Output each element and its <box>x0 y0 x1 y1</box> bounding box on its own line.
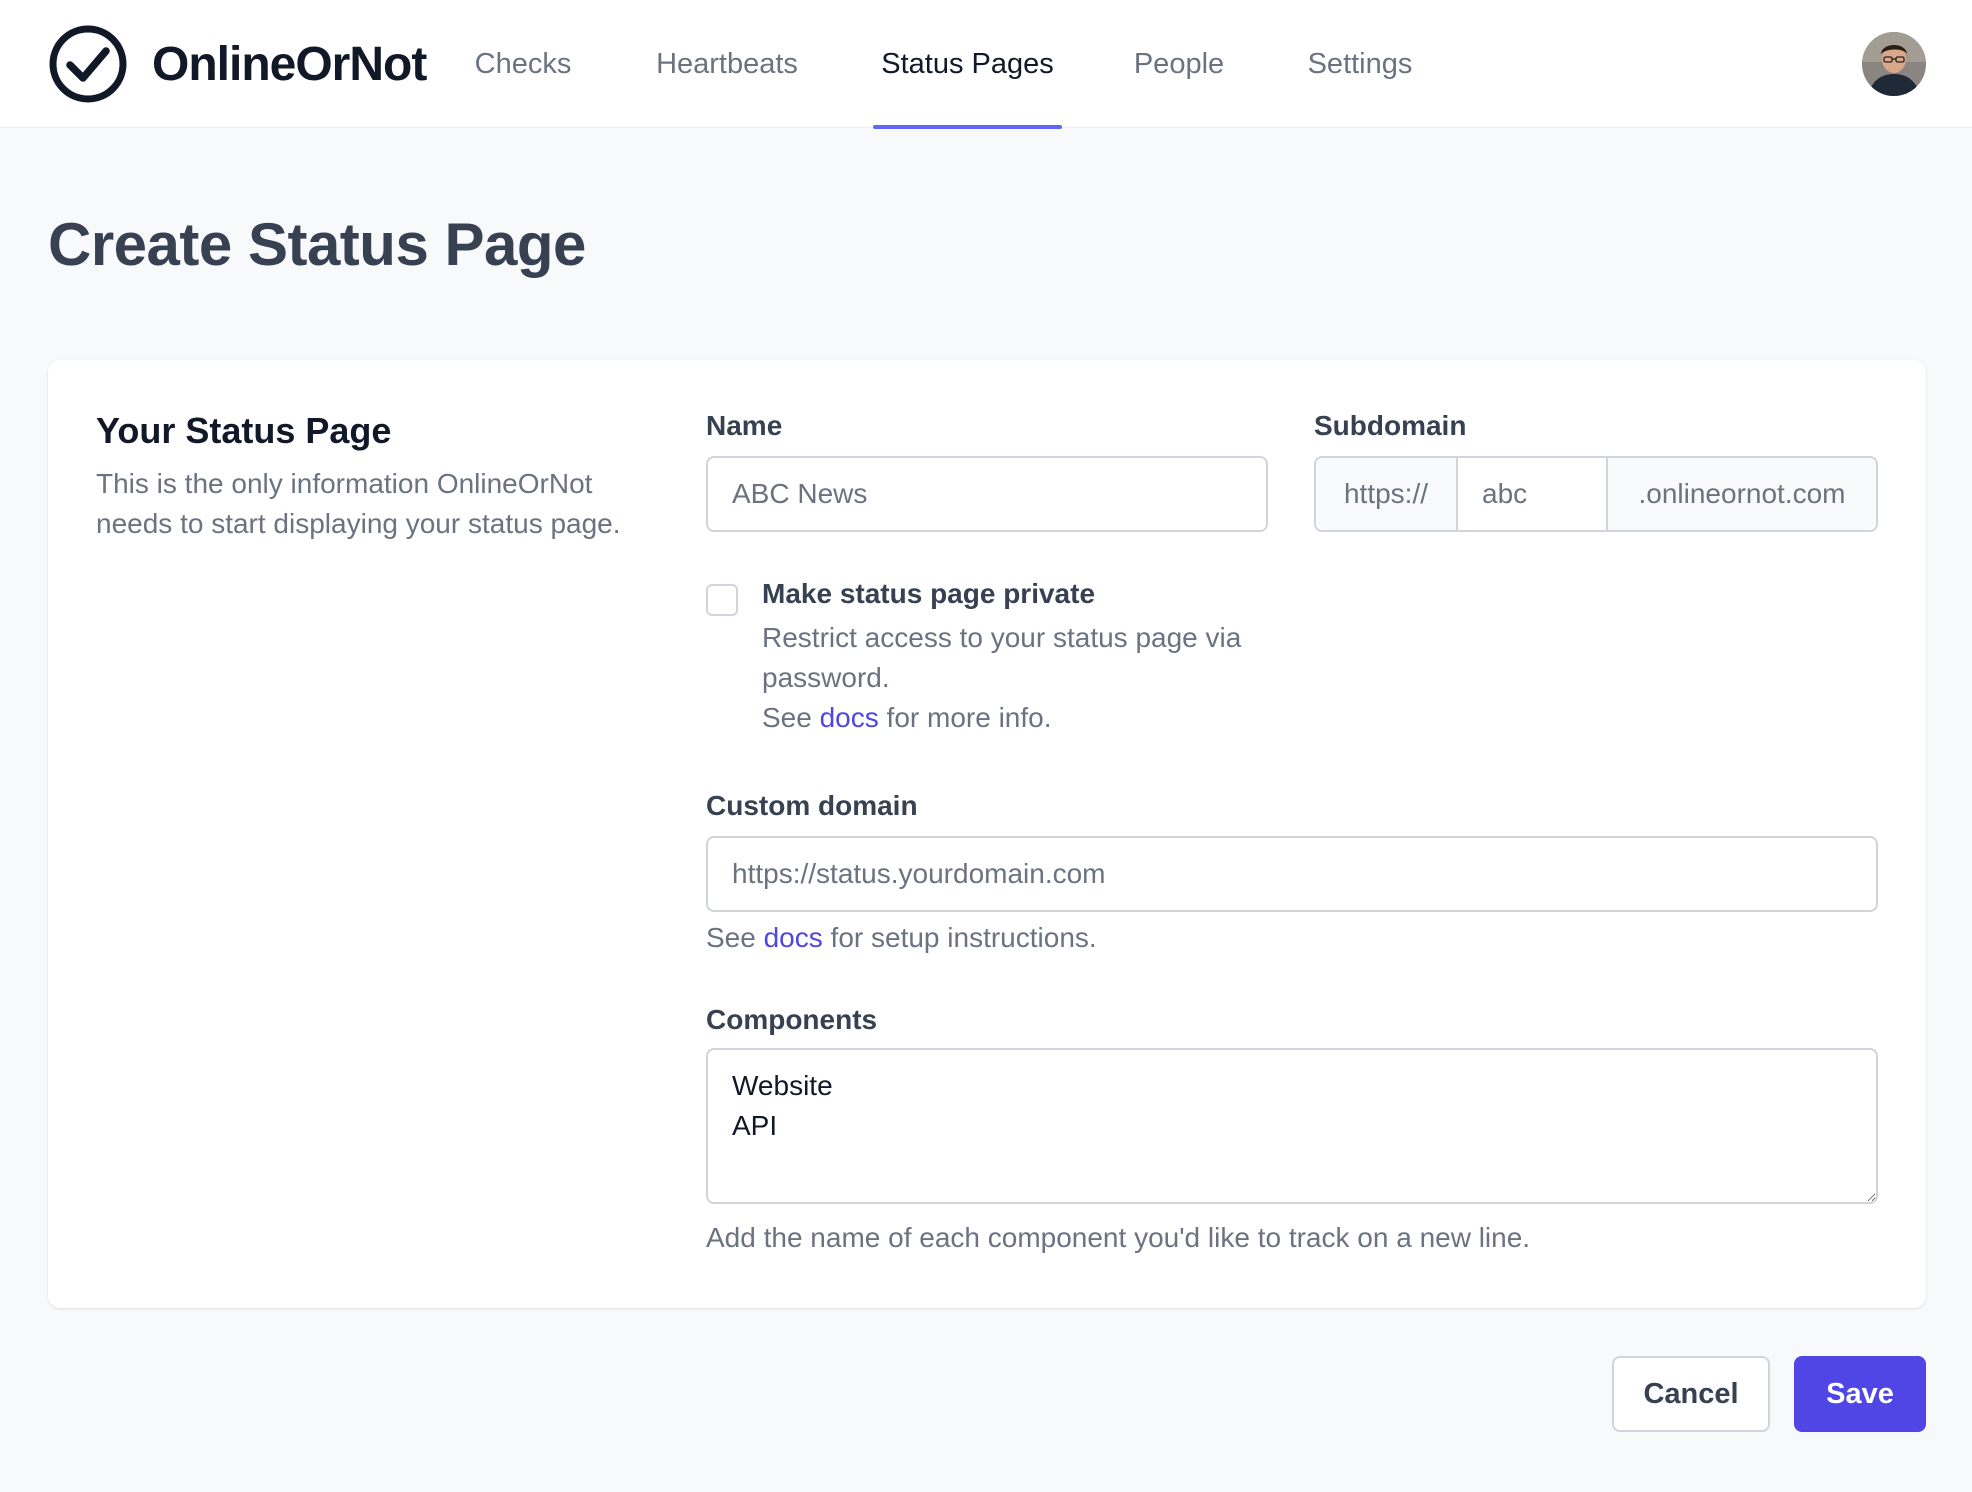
subdomain-label: Subdomain <box>1314 410 1467 441</box>
nav-item-label: People <box>1133 47 1225 80</box>
help-suffix-text: for setup instructions. <box>822 922 1097 953</box>
nav-item-label: Status Pages <box>881 47 1054 80</box>
private-docs-link[interactable]: docs <box>820 702 879 733</box>
nav-item-people[interactable]: People <box>1129 0 1229 128</box>
custom-domain-help: See docs for setup instructions. <box>706 922 1097 954</box>
subdomain-prefix: https:// <box>1316 458 1458 530</box>
cancel-button[interactable]: Cancel <box>1612 1356 1770 1432</box>
docs-prefix-text: See <box>762 702 820 733</box>
subdomain-field-group: https:// .onlineornot.com <box>1314 456 1878 532</box>
components-help: Add the name of each component you'd lik… <box>706 1222 1531 1253</box>
section-description: This is the only information OnlineOrNot… <box>96 468 621 539</box>
name-label: Name <box>706 410 783 441</box>
nav-item-label: Checks <box>474 47 572 80</box>
brand-logo[interactable]: OnlineOrNot <box>48 24 427 104</box>
docs-suffix-text: for more info. <box>878 702 1052 733</box>
private-checkbox[interactable] <box>706 584 738 616</box>
custom-domain-docs-link[interactable]: docs <box>764 922 823 953</box>
custom-domain-label: Custom domain <box>706 790 918 821</box>
nav-item-label: Settings <box>1307 47 1413 80</box>
components-textarea[interactable]: Website API <box>706 1048 1878 1204</box>
private-checkbox-description: Restrict access to your status page via … <box>762 618 1302 738</box>
custom-domain-input[interactable] <box>706 836 1878 912</box>
check-circle-icon <box>49 25 127 103</box>
private-docs-line: See docs for more info. <box>762 698 1302 738</box>
help-prefix-text: See <box>706 922 764 953</box>
section-title: Your Status Page <box>96 410 392 451</box>
nav-item-status-pages[interactable]: Status Pages <box>873 0 1062 129</box>
user-avatar-icon <box>1862 32 1926 96</box>
save-button[interactable]: Save <box>1794 1356 1926 1432</box>
components-label: Components <box>706 1004 878 1035</box>
status-page-form-card: Your Status Page This is the only inform… <box>48 360 1926 1308</box>
name-input[interactable] <box>706 456 1268 532</box>
nav-item-label: Heartbeats <box>656 47 798 80</box>
subdomain-input[interactable] <box>1458 458 1608 530</box>
subdomain-suffix: .onlineornot.com <box>1608 458 1876 530</box>
page-title: Create Status Page <box>48 211 586 278</box>
brand-name: OnlineOrNot <box>152 37 427 91</box>
user-avatar[interactable] <box>1862 32 1926 96</box>
private-checkbox-label: Make status page private <box>762 578 1096 609</box>
top-navigation-bar: OnlineOrNot Checks Heartbeats Status Pag… <box>0 0 1972 129</box>
private-description-text: Restrict access to your status page via … <box>762 622 1242 693</box>
nav-item-checks[interactable]: Checks <box>466 0 580 128</box>
nav-item-heartbeats[interactable]: Heartbeats <box>646 0 808 128</box>
nav-item-settings[interactable]: Settings <box>1299 0 1421 128</box>
